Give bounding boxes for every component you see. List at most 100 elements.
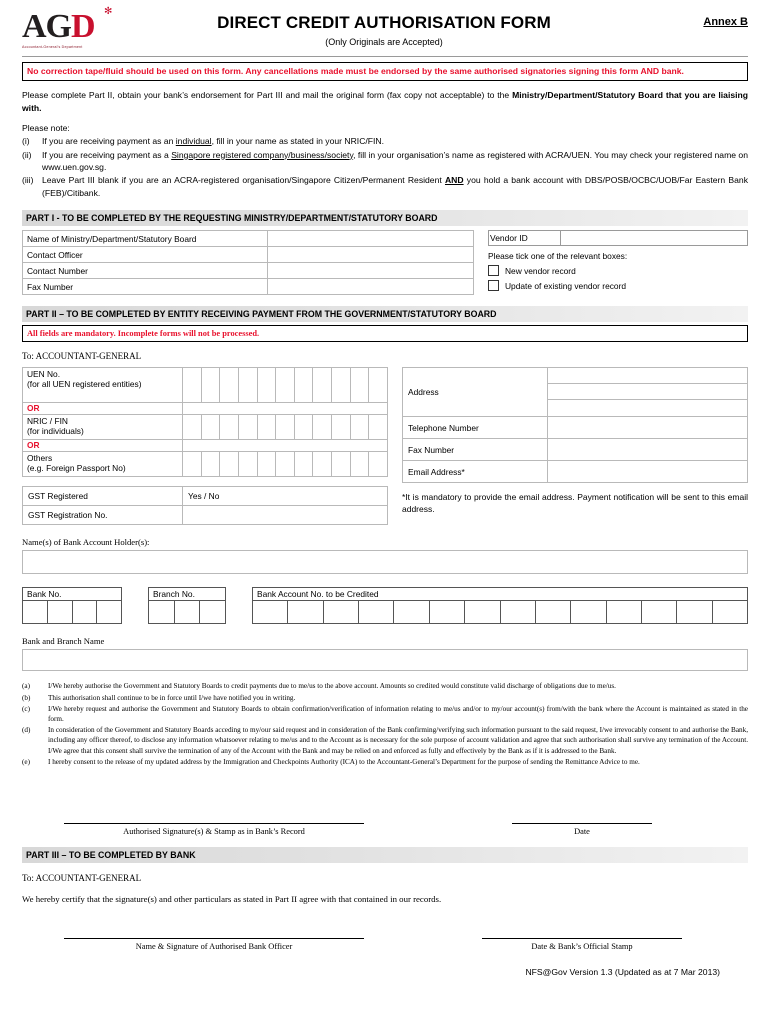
vendor-id-input[interactable] xyxy=(560,230,748,247)
char-box[interactable] xyxy=(219,452,238,477)
branch-no-label: Branch No. xyxy=(148,587,226,601)
fax-input[interactable] xyxy=(547,438,748,462)
char-box[interactable] xyxy=(183,452,201,476)
char-box[interactable] xyxy=(368,368,387,403)
checkbox-update-vendor[interactable]: Update of existing vendor record xyxy=(488,280,748,292)
char-box[interactable] xyxy=(200,415,220,440)
clause-text: I hereby consent to the release of my up… xyxy=(48,757,640,766)
bank-officer-signature-block[interactable]: Name & Signature of Authorised Bank Offi… xyxy=(64,938,364,951)
char-box[interactable] xyxy=(322,601,358,624)
char-box[interactable] xyxy=(293,415,313,440)
char-box[interactable] xyxy=(253,601,287,623)
checkbox-icon[interactable] xyxy=(488,280,499,292)
char-box[interactable] xyxy=(570,601,605,624)
branch-no-boxes[interactable] xyxy=(148,600,226,625)
others-boxes[interactable] xyxy=(182,451,388,478)
field-input[interactable] xyxy=(267,262,474,280)
char-box[interactable] xyxy=(173,601,200,624)
char-box[interactable] xyxy=(275,368,294,403)
field-input[interactable] xyxy=(267,230,474,248)
char-box[interactable] xyxy=(293,452,313,477)
char-box[interactable] xyxy=(428,601,464,624)
date-caption: Date xyxy=(574,827,590,837)
char-box[interactable] xyxy=(640,601,676,624)
box-group[interactable] xyxy=(183,368,387,403)
part2-date-block[interactable]: Date xyxy=(512,823,652,836)
char-box[interactable] xyxy=(349,415,369,440)
uen-boxes[interactable] xyxy=(182,367,388,404)
gst-registered-value[interactable]: Yes / No xyxy=(182,486,388,507)
char-box[interactable] xyxy=(312,452,331,477)
char-box[interactable] xyxy=(331,368,350,403)
char-box[interactable] xyxy=(183,415,201,439)
char-box[interactable] xyxy=(237,368,257,403)
telephone-input[interactable] xyxy=(547,416,748,440)
char-box[interactable] xyxy=(368,415,387,440)
char-box[interactable] xyxy=(393,601,428,624)
email-input[interactable] xyxy=(547,460,748,484)
char-box[interactable] xyxy=(256,368,276,403)
bank-stamp-block[interactable]: Date & Bank’s Official Stamp xyxy=(482,938,682,951)
char-box[interactable] xyxy=(358,601,393,624)
note-heading: Please note: xyxy=(22,123,70,134)
char-box[interactable] xyxy=(312,368,331,403)
checkbox-new-vendor[interactable]: New vendor record xyxy=(488,265,748,277)
char-box[interactable] xyxy=(275,415,294,440)
checkbox-icon[interactable] xyxy=(488,265,499,277)
char-box[interactable] xyxy=(349,368,369,403)
char-box[interactable] xyxy=(275,452,294,477)
bank-branch-name-input[interactable] xyxy=(22,649,748,672)
char-box[interactable] xyxy=(256,415,276,440)
address-line[interactable] xyxy=(548,400,747,416)
char-box[interactable] xyxy=(499,601,535,624)
address-line[interactable] xyxy=(548,384,747,401)
char-box[interactable] xyxy=(349,452,369,477)
nric-boxes[interactable] xyxy=(182,414,388,441)
table-row: Fax Number xyxy=(22,278,474,296)
bank-number-row: Bank No. Branch No. Bank Account No. to … xyxy=(22,587,748,625)
char-box[interactable] xyxy=(71,601,97,624)
char-box[interactable] xyxy=(237,452,257,477)
table-row: Fax Number xyxy=(402,438,748,462)
char-box[interactable] xyxy=(676,601,711,624)
char-box[interactable] xyxy=(219,368,238,403)
tick-instruction: Please tick one of the relevant boxes: xyxy=(488,251,628,262)
char-box[interactable] xyxy=(96,601,121,624)
char-box[interactable] xyxy=(149,601,174,623)
char-box[interactable] xyxy=(287,601,322,624)
address-input[interactable] xyxy=(547,367,748,418)
clause-text: This authorisation shall continue to be … xyxy=(48,693,296,702)
char-box[interactable] xyxy=(237,415,257,440)
char-box[interactable] xyxy=(200,368,220,403)
char-box[interactable] xyxy=(256,452,276,477)
box-group[interactable] xyxy=(183,415,387,440)
char-box[interactable] xyxy=(23,601,47,623)
char-box[interactable] xyxy=(199,601,225,624)
address-line[interactable] xyxy=(548,368,747,385)
char-box[interactable] xyxy=(331,452,350,477)
char-box[interactable] xyxy=(312,415,331,440)
char-box[interactable] xyxy=(293,368,313,403)
char-box[interactable] xyxy=(711,601,747,624)
stamp-caption: Date & Bank’s Official Stamp xyxy=(531,942,633,952)
char-box[interactable] xyxy=(534,601,570,624)
char-box[interactable] xyxy=(331,415,350,440)
field-input[interactable] xyxy=(267,278,474,296)
char-box[interactable] xyxy=(219,415,238,440)
bank-no-boxes[interactable] xyxy=(22,600,122,625)
char-box[interactable] xyxy=(464,601,499,624)
part2-bar: PART II – TO BE COMPLETED BY ENTITY RECE… xyxy=(22,306,748,323)
field-input[interactable] xyxy=(267,246,474,264)
gst-number-value[interactable] xyxy=(182,505,388,526)
char-box[interactable] xyxy=(368,452,387,477)
char-box[interactable] xyxy=(46,601,72,624)
char-box[interactable] xyxy=(183,368,201,402)
char-box[interactable] xyxy=(605,601,641,624)
char-box[interactable] xyxy=(200,452,220,477)
form-page: ✻ AGD Accountant-General's Department DI… xyxy=(0,0,770,1024)
box-group[interactable] xyxy=(183,452,387,477)
account-no-boxes[interactable] xyxy=(252,600,748,625)
account-holder-input[interactable] xyxy=(22,550,748,575)
note-pre: Leave Part III blank if you are an ACRA-… xyxy=(42,175,445,186)
authorised-signature-block[interactable]: Authorised Signature(s) & Stamp as in Ba… xyxy=(64,823,364,836)
